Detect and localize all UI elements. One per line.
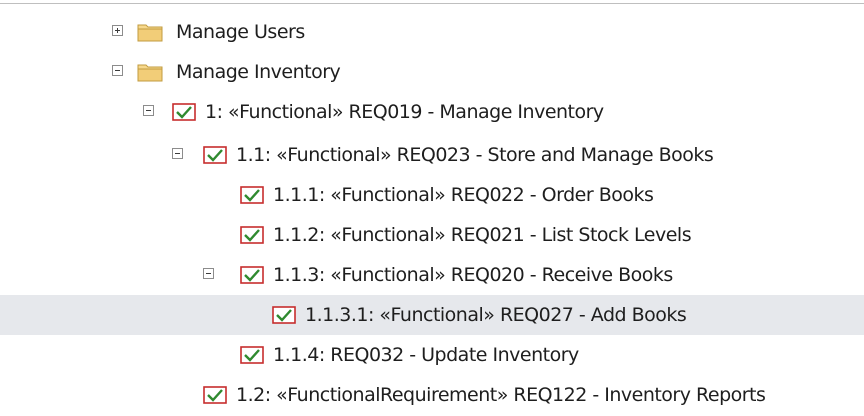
folder-icon	[137, 24, 163, 42]
tree-item-req122[interactable]: 1.2: «FunctionalRequirement» REQ122 - In…	[0, 375, 864, 415]
collapse-icon[interactable]	[203, 268, 214, 279]
tree-item-manage-inventory[interactable]: Manage Inventory	[0, 52, 864, 92]
tree-item-req019[interactable]: 1: «Functional» REQ019 - Manage Inventor…	[0, 92, 864, 132]
tree-item-req032[interactable]: 1.1.4: REQ032 - Update Inventory	[0, 335, 864, 375]
tree-item-req027[interactable]: 1.1.3.1: «Functional» REQ027 - Add Books	[0, 295, 864, 335]
tree-item-label: 1.2: «FunctionalRequirement» REQ122 - In…	[236, 384, 766, 406]
tree-item-manage-users[interactable]: Manage Users	[0, 12, 864, 52]
collapse-icon[interactable]	[112, 65, 123, 76]
tree-item-label: 1.1.1: «Functional» REQ022 - Order Books	[273, 184, 654, 206]
collapse-icon[interactable]	[143, 105, 154, 116]
requirement-icon	[240, 186, 264, 204]
requirement-icon	[203, 386, 227, 404]
requirement-icon	[240, 346, 264, 364]
tree-item-req022[interactable]: 1.1.1: «Functional» REQ022 - Order Books	[0, 175, 864, 215]
tree-item-label: 1.1.2: «Functional» REQ021 - List Stock …	[273, 224, 692, 246]
tree-item-req020[interactable]: 1.1.3: «Functional» REQ020 - Receive Boo…	[0, 255, 864, 295]
top-divider	[0, 3, 864, 4]
tree-item-label: 1.1.4: REQ032 - Update Inventory	[273, 344, 579, 366]
collapse-icon[interactable]	[172, 148, 183, 159]
requirement-icon	[240, 226, 264, 244]
tree-item-label: 1.1.3.1: «Functional» REQ027 - Add Books	[305, 304, 687, 326]
tree-item-label: Manage Inventory	[176, 61, 341, 83]
tree-item-req021[interactable]: 1.1.2: «Functional» REQ021 - List Stock …	[0, 215, 864, 255]
folder-icon	[137, 64, 163, 82]
requirement-icon	[272, 306, 296, 324]
expand-icon[interactable]	[112, 25, 123, 36]
tree-item-req023[interactable]: 1.1: «Functional» REQ023 - Store and Man…	[0, 135, 864, 175]
tree-item-label: 1.1.3: «Functional» REQ020 - Receive Boo…	[273, 264, 673, 286]
requirement-icon	[240, 266, 264, 284]
requirement-icon	[203, 146, 227, 164]
tree-item-label: Manage Users	[176, 21, 305, 43]
tree-item-label: 1: «Functional» REQ019 - Manage Inventor…	[205, 101, 604, 123]
requirement-icon	[172, 103, 196, 121]
tree-item-label: 1.1: «Functional» REQ023 - Store and Man…	[236, 144, 714, 166]
